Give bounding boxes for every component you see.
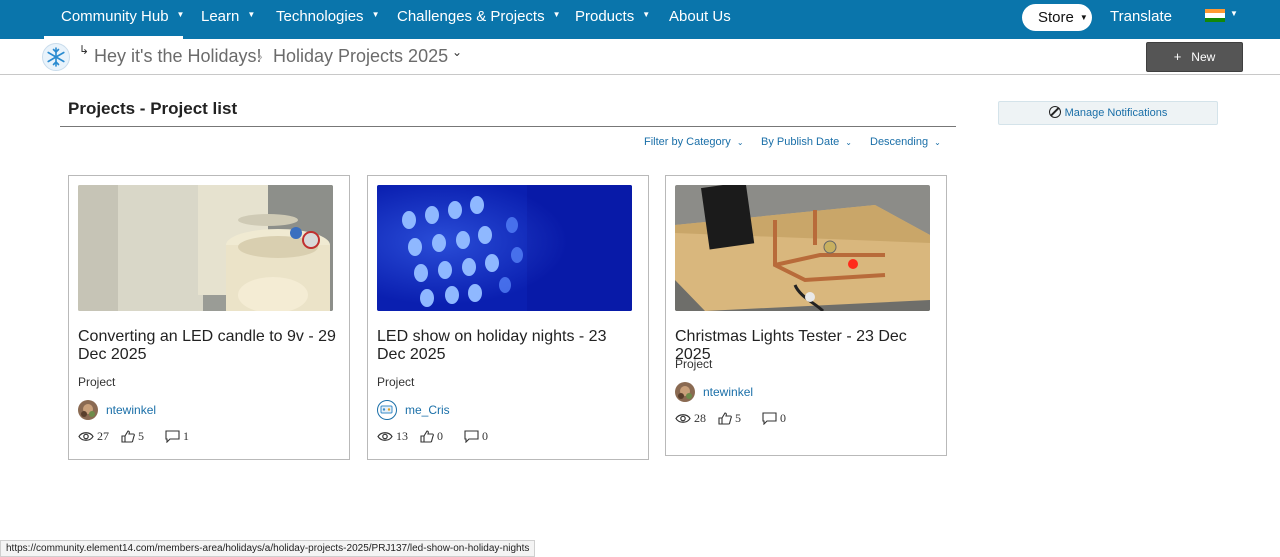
views-stat: 28 [675, 411, 706, 426]
breadcrumb-parent[interactable]: Hey it's the Holidays! [94, 46, 262, 67]
caret-down-icon: ▼ [1079, 13, 1088, 22]
sort-order-dropdown[interactable]: Descending ⌄ [870, 136, 941, 148]
eye-icon [377, 432, 393, 441]
top-navigation-bar: Community Hub ▼ Learn ▼ Technologies ▼ Chal… [0, 0, 1280, 39]
comment-icon [762, 412, 777, 425]
caret-down-icon: ▼ [642, 10, 651, 20]
chevron-right-icon: › [258, 48, 263, 64]
nav-label: About Us [669, 8, 731, 25]
likes-count: 5 [138, 429, 144, 443]
new-button[interactable]: + New [1146, 42, 1243, 72]
sort-order-label: Descending [870, 136, 929, 148]
store-label: Store [1038, 9, 1074, 26]
lights-tester-photo [675, 185, 930, 311]
chevron-down-icon: ⌄ [845, 138, 852, 147]
views-stat: 27 [78, 429, 109, 444]
nav-label: Learn [201, 8, 240, 25]
snowflake-group-icon[interactable] [42, 43, 70, 71]
chevron-down-icon[interactable]: ⌄ [452, 45, 462, 59]
project-card: Christmas Lights Tester - 23 Dec 2025 Pr… [665, 175, 947, 456]
nav-label: Products [575, 8, 635, 25]
avatar [675, 382, 695, 402]
breadcrumb-current[interactable]: Holiday Projects 2025 [273, 46, 448, 67]
likes-stat[interactable]: 5 [121, 429, 144, 444]
project-card: LED show on holiday nights - 23 Dec 2025… [367, 175, 649, 460]
project-title[interactable]: Christmas Lights Tester - 23 Dec 2025 [675, 328, 935, 364]
new-button-label: New [1191, 50, 1216, 64]
filter-category-label: Filter by Category [644, 136, 731, 148]
likes-stat[interactable]: 5 [718, 411, 741, 426]
nav-about-us[interactable]: About Us [669, 0, 731, 36]
nav-challenges-projects[interactable]: Challenges & Projects ▼ [397, 0, 561, 36]
author-name[interactable]: ntewinkel [703, 385, 753, 399]
nav-technologies[interactable]: Technologies ▼ [276, 0, 379, 36]
manage-notifications-label: Manage Notifications [1064, 107, 1168, 119]
sort-by-dropdown[interactable]: By Publish Date ⌄ [761, 136, 852, 148]
avatar [377, 400, 397, 420]
comment-icon [165, 430, 180, 443]
views-count: 28 [694, 411, 706, 425]
caret-down-icon: ▼ [176, 10, 185, 20]
nav-products[interactable]: Products ▼ [575, 0, 650, 36]
breadcrumb-bar: ↳ Hey it's the Holidays! › Holiday Proje… [0, 39, 1280, 75]
comments-stat[interactable]: 0 [762, 411, 786, 426]
store-button[interactable]: Store ▼ [1022, 4, 1092, 31]
status-bar-url: https://community.element14.com/members-… [0, 540, 536, 557]
project-thumbnail[interactable] [675, 185, 930, 311]
views-count: 27 [97, 429, 109, 443]
likes-count: 5 [735, 411, 741, 425]
up-level-arrow-icon[interactable]: ↳ [79, 43, 89, 57]
page-title: Projects - Project list [68, 99, 238, 118]
caret-down-icon: ▼ [247, 10, 256, 20]
project-thumbnail[interactable] [78, 185, 333, 311]
views-stat: 13 [377, 429, 408, 444]
caret-down-icon: ▼ [552, 10, 561, 20]
likes-stat[interactable]: 0 [420, 429, 443, 444]
project-thumbnail[interactable] [377, 185, 632, 311]
nav-label: Technologies [276, 8, 364, 25]
filter-category-dropdown[interactable]: Filter by Category ⌄ [644, 136, 744, 148]
project-title[interactable]: Converting an LED candle to 9v - 29 Dec … [78, 328, 338, 364]
nav-label: Community Hub [61, 8, 169, 25]
comments-count: 1 [183, 429, 189, 443]
thumbs-up-icon [420, 430, 434, 443]
caret-down-icon: ▼ [371, 10, 380, 20]
author-name[interactable]: me_Cris [405, 403, 450, 417]
comments-stat[interactable]: 0 [464, 429, 488, 444]
likes-count: 0 [437, 429, 443, 443]
comments-count: 0 [780, 411, 786, 425]
plus-icon: + [1173, 49, 1182, 64]
avatar [78, 400, 98, 420]
project-title[interactable]: LED show on holiday nights - 23 Dec 2025 [377, 328, 637, 364]
chevron-down-icon: ⌄ [934, 138, 941, 147]
thumbs-up-icon [121, 430, 135, 443]
views-count: 13 [396, 429, 408, 443]
translate-label: Translate [1110, 8, 1172, 25]
translate-link[interactable]: Translate [1110, 0, 1172, 36]
project-type: Project [78, 375, 116, 389]
title-divider [60, 126, 956, 127]
ban-icon [1048, 106, 1061, 118]
project-type: Project [675, 357, 713, 371]
india-flag-icon[interactable] [1205, 9, 1225, 22]
candle-photo [78, 185, 333, 311]
nav-community-hub[interactable]: Community Hub ▼ [61, 0, 184, 36]
project-card: Converting an LED candle to 9v - 29 Dec … [68, 175, 350, 460]
eye-icon [675, 414, 691, 423]
thumbs-up-icon [718, 412, 732, 425]
eye-icon [78, 432, 94, 441]
nav-label: Challenges & Projects [397, 8, 545, 25]
caret-down-icon[interactable]: ▼ [1230, 9, 1238, 18]
led-cube-photo [377, 185, 632, 311]
manage-notifications-button[interactable]: Manage Notifications [998, 101, 1218, 125]
nav-learn[interactable]: Learn ▼ [201, 0, 255, 36]
chevron-down-icon: ⌄ [736, 138, 744, 147]
comment-icon [464, 430, 479, 443]
author-name[interactable]: ntewinkel [106, 403, 156, 417]
sort-by-label: By Publish Date [761, 136, 840, 148]
snowflake-icon [47, 47, 65, 67]
comments-count: 0 [482, 429, 488, 443]
project-type: Project [377, 375, 415, 389]
comments-stat[interactable]: 1 [165, 429, 189, 444]
